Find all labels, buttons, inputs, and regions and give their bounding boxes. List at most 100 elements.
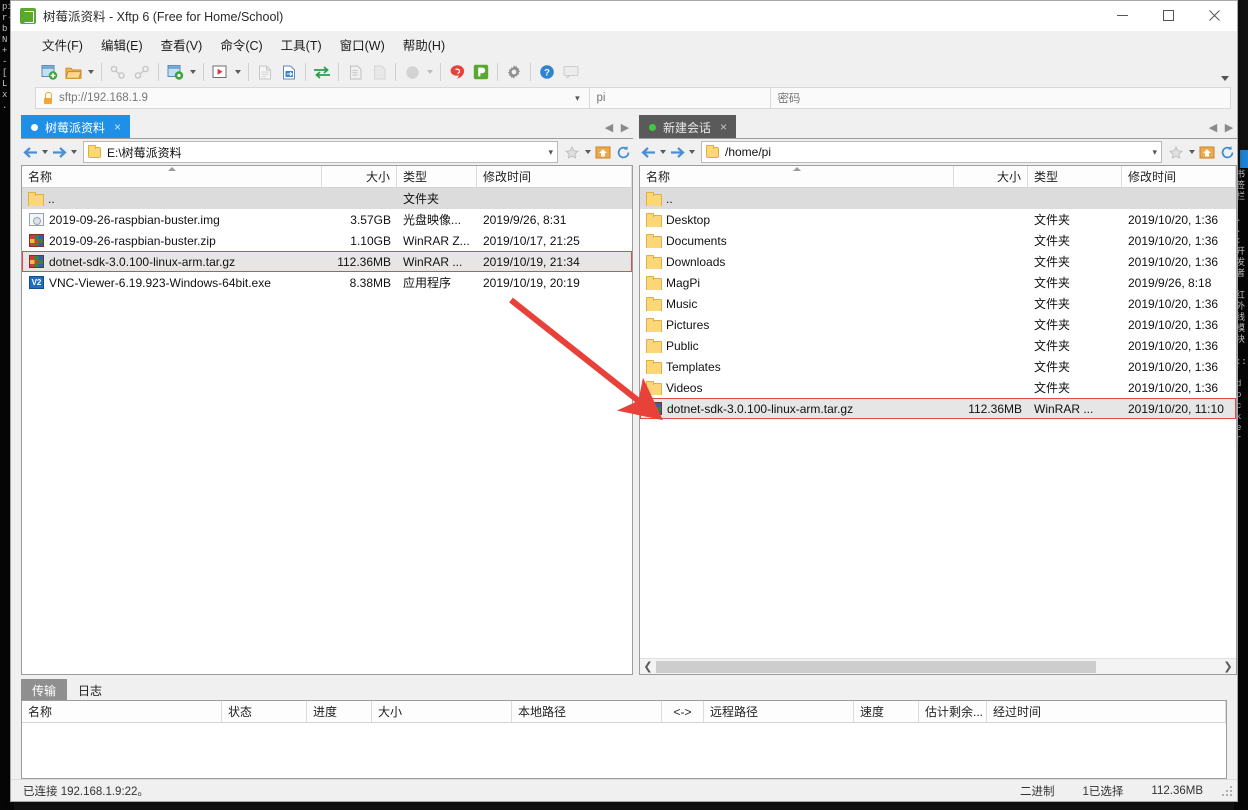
local-list-body[interactable]: .. 文件夹 2019-09-26-raspbian-buster.img 3.57G… (22, 188, 632, 674)
username-input[interactable]: pi (589, 87, 772, 109)
remote-tab-scroll-right-icon[interactable]: ▶ (1221, 116, 1237, 138)
menu-view[interactable]: 查看(V) (152, 31, 212, 58)
remote-file-list[interactable]: 名称 大小 类型 修改时间 .. Desktop 文件夹 2019/10/20, 1:… (639, 165, 1237, 675)
file-row[interactable]: Music 文件夹 2019/10/20, 1:36 (640, 293, 1236, 314)
resize-grip-icon[interactable] (1221, 784, 1233, 797)
remote-tab-scroll-left-icon[interactable]: ◀ (1205, 116, 1221, 138)
tab-scroll-left-icon[interactable]: ◀ (601, 116, 617, 138)
run-dropdown-icon[interactable] (232, 60, 244, 84)
scroll-left-icon[interactable]: ❮ (640, 660, 656, 673)
new-file-transfer-icon[interactable] (163, 60, 187, 84)
bookmark-dropdown-icon[interactable] (582, 141, 593, 163)
file-row[interactable]: 2019-09-26-raspbian-buster.zip 1.10GB WinR… (22, 230, 632, 251)
remote-path-input[interactable]: /home/pi ▾ (701, 141, 1162, 163)
remote-back-history-dropdown-icon[interactable] (657, 141, 668, 163)
transfer-column-progress[interactable]: 进度 (307, 701, 372, 722)
file-row[interactable]: 2019-09-26-raspbian-buster.img 3.57GB 光盘映像… (22, 209, 632, 230)
transfer-column-elapsed[interactable]: 经过时间 (987, 701, 1226, 722)
local-file-list[interactable]: 名称 大小 类型 修改时间 .. 文件夹 2019-09-26-raspbian-b… (21, 165, 633, 675)
open-folder-dropdown-icon[interactable] (85, 60, 97, 84)
tab-local-close-icon[interactable]: × (112, 120, 123, 134)
tab-remote-close-icon[interactable]: × (718, 120, 729, 134)
remote-column-header-modified[interactable]: 修改时间 (1122, 166, 1236, 187)
file-row[interactable]: Documents 文件夹 2019/10/20, 1:36 (640, 230, 1236, 251)
file-row[interactable]: Videos 文件夹 2019/10/20, 1:36 (640, 377, 1236, 398)
transfer-column-remote-path[interactable]: 远程路径 (704, 701, 854, 722)
scroll-right-icon[interactable]: ❯ (1220, 660, 1236, 673)
column-header-name[interactable]: 名称 (22, 166, 322, 187)
menu-tools[interactable]: 工具(T) (272, 31, 331, 58)
menu-command[interactable]: 命令(C) (211, 31, 271, 58)
back-button[interactable] (21, 141, 39, 163)
column-header-type[interactable]: 类型 (397, 166, 477, 187)
sftp-url-input[interactable]: sftp://192.168.1.9 ▾ (35, 87, 591, 109)
remote-column-header-name[interactable]: 名称 (640, 166, 954, 187)
file-row[interactable]: Public 文件夹 2019/10/20, 1:36 (640, 335, 1236, 356)
remote-column-header-size[interactable]: 大小 (954, 166, 1028, 187)
tab-log[interactable]: 日志 (67, 679, 114, 700)
parent-directory-row[interactable]: .. (640, 188, 1236, 209)
remote-home-folder-icon[interactable] (1197, 141, 1217, 163)
column-header-modified[interactable]: 修改时间 (477, 166, 632, 187)
file-row[interactable]: Pictures 文件夹 2019/10/20, 1:36 (640, 314, 1236, 335)
transfer-column-size[interactable]: 大小 (372, 701, 512, 722)
remote-horizontal-scrollbar[interactable]: ❮ ❯ (640, 658, 1236, 674)
xftp-icon[interactable] (469, 60, 493, 84)
transfer-column-direction[interactable]: <-> (662, 701, 704, 722)
menu-edit[interactable]: 编辑(E) (92, 31, 152, 58)
remote-back-button[interactable] (639, 141, 657, 163)
transfer-column-name[interactable]: 名称 (22, 701, 222, 722)
transfer-column-speed[interactable]: 速度 (854, 701, 919, 722)
forward-button[interactable] (50, 141, 68, 163)
open-folder-icon[interactable] (61, 60, 85, 84)
close-button[interactable] (1191, 1, 1237, 31)
file-row[interactable]: dotnet-sdk-3.0.100-linux-arm.tar.gz 112.3… (22, 251, 632, 272)
file-row[interactable]: Desktop 文件夹 2019/10/20, 1:36 (640, 209, 1236, 230)
password-input[interactable]: 密码 (770, 87, 1231, 109)
remote-bookmark-star-icon[interactable] (1166, 141, 1186, 163)
home-folder-icon[interactable] (593, 141, 613, 163)
tab-transfer[interactable]: 传输 (21, 679, 68, 700)
xshell-icon[interactable] (445, 60, 469, 84)
new-session-icon[interactable] (37, 60, 61, 84)
remote-forward-button[interactable] (668, 141, 686, 163)
toolbar-overflow-icon[interactable] (1221, 73, 1231, 83)
transfer-column-status[interactable]: 状态 (222, 701, 307, 722)
file-row[interactable]: V2 VNC-Viewer-6.19.923-Windows-64bit.exe 8… (22, 272, 632, 293)
settings-gear-icon[interactable] (502, 60, 526, 84)
remote-forward-history-dropdown-icon[interactable] (686, 141, 697, 163)
file-row[interactable]: dotnet-sdk-3.0.100-linux-arm.tar.gz 112.3… (640, 398, 1236, 419)
menu-help[interactable]: 帮助(H) (394, 31, 454, 58)
new-file-transfer-dropdown-icon[interactable] (187, 60, 199, 84)
file-row[interactable]: Templates 文件夹 2019/10/20, 1:36 (640, 356, 1236, 377)
forward-history-dropdown-icon[interactable] (68, 141, 79, 163)
file-row[interactable]: Downloads 文件夹 2019/10/20, 1:36 (640, 251, 1236, 272)
transfer-file-icon[interactable] (277, 60, 301, 84)
local-path-input[interactable]: E:\树莓派资料 ▾ (83, 141, 558, 163)
refresh-icon[interactable] (613, 141, 633, 163)
help-icon[interactable]: ? (535, 60, 559, 84)
remote-refresh-icon[interactable] (1217, 141, 1237, 163)
maximize-button[interactable] (1145, 1, 1191, 31)
transfer-list[interactable]: 名称 状态 进度 大小 本地路径 <-> 远程路径 速度 估计剩余... 经过时… (21, 701, 1227, 779)
remote-bookmark-dropdown-icon[interactable] (1186, 141, 1197, 163)
chevron-down-icon[interactable]: ▾ (571, 93, 583, 104)
menu-window[interactable]: 窗口(W) (331, 31, 394, 58)
menu-file[interactable]: 文件(F) (33, 31, 92, 58)
run-icon[interactable] (208, 60, 232, 84)
transfer-column-local-path[interactable]: 本地路径 (512, 701, 662, 722)
remote-list-body[interactable]: .. Desktop 文件夹 2019/10/20, 1:36 Documents 文件夹… (640, 188, 1236, 658)
path-dropdown-icon[interactable]: ▾ (544, 147, 553, 158)
minimize-button[interactable] (1099, 1, 1145, 31)
scroll-thumb[interactable] (656, 660, 1096, 673)
sync-icon[interactable] (310, 60, 334, 84)
file-row[interactable]: MagPi 文件夹 2019/9/26, 8:18 (640, 272, 1236, 293)
scroll-track[interactable] (656, 659, 1220, 674)
parent-directory-row[interactable]: .. 文件夹 (22, 188, 632, 209)
status-transfer-mode[interactable]: 二进制 (1006, 783, 1069, 799)
tab-scroll-right-icon[interactable]: ▶ (617, 116, 633, 138)
bookmark-star-icon[interactable] (562, 141, 582, 163)
column-header-size[interactable]: 大小 (322, 166, 397, 187)
tab-local-session[interactable]: 树莓派资料 × (21, 115, 131, 138)
transfer-column-eta[interactable]: 估计剩余... (919, 701, 987, 722)
